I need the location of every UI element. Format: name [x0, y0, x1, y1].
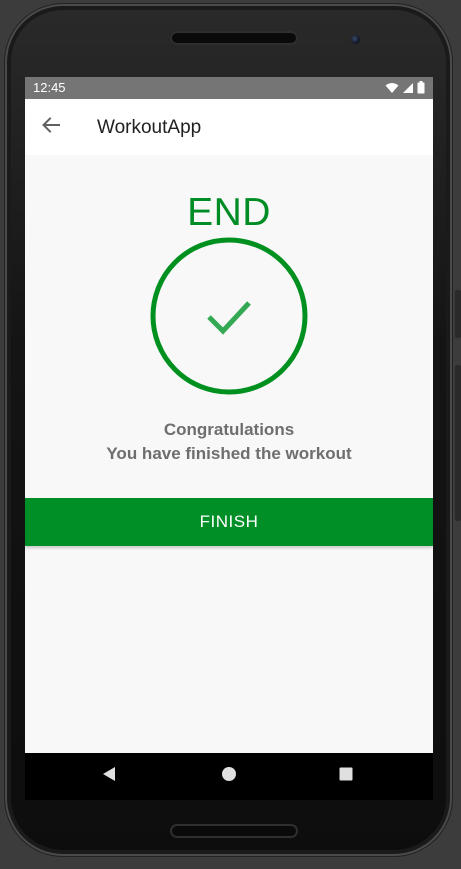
battery-icon: [417, 81, 425, 97]
front-camera: [351, 35, 360, 44]
finish-button[interactable]: FINISH: [25, 498, 433, 546]
nav-recents-button[interactable]: [322, 753, 370, 800]
wifi-icon: [385, 82, 399, 97]
power-button[interactable]: [455, 290, 461, 338]
emulator-frame: 12:45 WorkoutApp END Congratulations You…: [0, 0, 461, 869]
device-screen: 12:45 WorkoutApp END Congratulations You…: [25, 77, 433, 800]
recents-square-icon: [338, 766, 354, 787]
app-title: WorkoutApp: [97, 117, 202, 138]
congratulations-line: Congratulations: [163, 420, 295, 439]
check-icon: [207, 301, 251, 335]
top-speaker: [170, 31, 298, 45]
completion-circle: [150, 237, 308, 395]
signal-icon: [402, 82, 414, 97]
back-button[interactable]: [37, 113, 65, 141]
navigation-bar: [25, 753, 433, 800]
end-heading: END: [187, 191, 271, 234]
back-triangle-icon: [101, 766, 117, 787]
app-bar: WorkoutApp: [25, 99, 433, 155]
home-circle-icon: [221, 766, 237, 787]
main-content: END Congratulations You have finished th…: [25, 155, 433, 753]
finished-workout-line: You have finished the workout: [106, 444, 352, 463]
bottom-speaker: [170, 824, 298, 838]
status-bar: 12:45: [25, 77, 433, 99]
volume-rocker[interactable]: [455, 365, 461, 521]
nav-back-button[interactable]: [85, 753, 133, 800]
congratulations-message: Congratulations You have finished the wo…: [25, 418, 433, 466]
status-time: 12:45: [33, 80, 66, 95]
arrow-back-icon: [41, 115, 61, 140]
nav-home-button[interactable]: [205, 753, 253, 800]
status-icons: [385, 81, 425, 97]
